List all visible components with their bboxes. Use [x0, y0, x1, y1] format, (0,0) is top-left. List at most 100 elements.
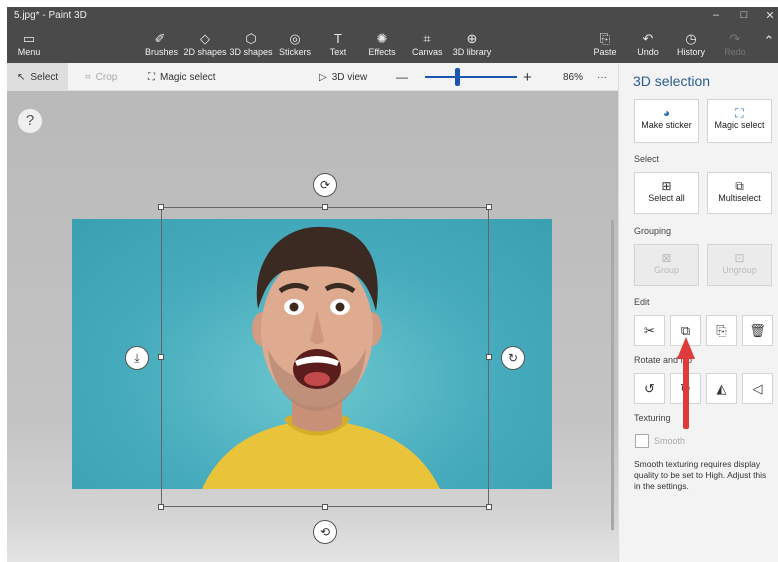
zoom-in-button[interactable]: + — [523, 63, 532, 91]
undo-label: Undo — [637, 47, 659, 57]
resize-handle-top-left[interactable] — [158, 204, 164, 210]
flip-horizontal-icon: ◭ — [716, 381, 727, 396]
group-button[interactable]: ⊠ Group — [634, 244, 699, 286]
resize-handle-bottom[interactable] — [322, 504, 328, 510]
2d-shapes-label: 2D shapes — [183, 47, 227, 57]
crop-tool-button[interactable]: ⌗ Crop — [85, 63, 117, 91]
brushes-label: Brushes — [145, 47, 179, 57]
zoom-slider[interactable] — [425, 76, 517, 78]
select-all-icon: ⊞ — [661, 179, 672, 193]
3d-library-button[interactable]: ⊕ 3D library — [452, 31, 492, 57]
paste-icon: ⎘ — [599, 31, 611, 46]
magic-select-icon: ⛶ — [148, 71, 155, 83]
redo-button[interactable]: ↷ Redo — [723, 31, 747, 57]
smooth-checkbox[interactable] — [635, 434, 649, 448]
rotate-left-button[interactable]: ↺ — [634, 373, 665, 404]
copy-icon: ⧉ — [680, 323, 691, 338]
stickers-label: Stickers — [278, 47, 311, 57]
more-options-button[interactable]: ··· — [597, 63, 607, 91]
group-label: Group — [653, 265, 679, 275]
undo-button[interactable]: ↶ Undo — [635, 31, 661, 57]
multiselect-icon: ⧉ — [735, 179, 744, 193]
3d-library-icon: ⊕ — [466, 31, 478, 46]
sticker-icon: ◕ — [662, 106, 671, 120]
move-depth-icon[interactable]: ⤓ — [125, 346, 149, 370]
delete-button[interactable]: 🗑 — [742, 315, 773, 346]
multiselect-button[interactable]: ⧉ Multiselect — [707, 172, 772, 214]
redo-label: Redo — [724, 47, 746, 57]
magic-select-button[interactable]: ⛶ Magic select — [707, 99, 772, 143]
ungroup-button[interactable]: ⊡ Ungroup — [707, 244, 772, 286]
grouping-section-label: Grouping — [634, 226, 672, 236]
rotate-left-icon: ↺ — [644, 381, 655, 396]
select-tool-button[interactable]: ↖ Select — [7, 63, 69, 91]
menu-icon: ▭ — [22, 31, 36, 46]
rotate-x-icon[interactable]: ⟳ — [313, 173, 337, 197]
flip-vertical-button[interactable]: ◁ — [742, 373, 773, 404]
texturing-note: Smooth texturing requires display qualit… — [634, 459, 767, 491]
effects-button[interactable]: ✺ Effects — [367, 31, 397, 57]
panel-title: 3D selection — [633, 73, 711, 89]
menu-button[interactable]: ▭ Menu — [13, 31, 45, 57]
red-arrow-icon — [677, 337, 695, 359]
paste-button[interactable]: ⎘ Paste — [592, 31, 618, 57]
menu-label: Menu — [17, 47, 41, 57]
select-all-button[interactable]: ⊞ Select all — [634, 172, 699, 214]
zoom-out-button[interactable]: — — [396, 63, 408, 91]
2d-shapes-button[interactable]: ◇ 2D shapes — [183, 31, 227, 57]
flip-horizontal-button[interactable]: ◭ — [706, 373, 737, 404]
smooth-label: Smooth — [654, 436, 686, 446]
resize-handle-bottom-left[interactable] — [158, 504, 164, 510]
resize-handle-bottom-right[interactable] — [486, 504, 492, 510]
brushes-button[interactable]: ✐ Brushes — [145, 31, 179, 57]
minimize-button[interactable]: – — [705, 9, 727, 21]
cut-button[interactable]: ✂ — [634, 315, 665, 346]
magic-select-tool-button[interactable]: ⛶ Magic select — [148, 63, 216, 91]
crop-icon: ⌗ — [85, 71, 91, 83]
help-button[interactable]: ? — [17, 108, 43, 134]
3d-shapes-button[interactable]: ⬡ 3D shapes — [229, 31, 273, 57]
resize-handle-left[interactable] — [158, 354, 164, 360]
make-sticker-label: Make sticker — [641, 120, 692, 130]
magic-select-icon: ⛶ — [735, 106, 744, 120]
magic-select-label: Magic select — [714, 120, 765, 130]
collapse-ribbon-button[interactable]: ⌃ — [762, 33, 776, 49]
selection-panel: 3D selection ◕ Make sticker ⛶ Magic sele… — [618, 63, 778, 562]
resize-handle-top-right[interactable] — [486, 204, 492, 210]
brush-icon: ✐ — [154, 31, 166, 46]
edit-section-label: Edit — [634, 297, 650, 307]
history-label: History — [676, 47, 705, 57]
zoom-slider-thumb[interactable] — [454, 68, 460, 86]
undo-icon: ↶ — [642, 31, 654, 46]
multiselect-label: Multiselect — [718, 193, 761, 203]
3d-view-toggle[interactable]: ▷ 3D view — [319, 63, 367, 91]
canvas-label: Canvas — [412, 47, 443, 57]
text-icon: T — [334, 31, 342, 46]
text-button[interactable]: T Text — [327, 31, 349, 57]
close-button[interactable]: ✕ — [759, 9, 778, 22]
canvas-button[interactable]: ⌗ Canvas — [412, 31, 443, 57]
trash-icon: 🗑 — [749, 323, 766, 338]
group-icon: ⊠ — [661, 251, 672, 265]
maximize-button[interactable]: □ — [733, 9, 755, 21]
rotate-y-icon[interactable]: ⟲ — [313, 520, 337, 544]
zoom-level: 86% — [563, 71, 584, 83]
3d-shapes-icon: ⬡ — [245, 31, 257, 46]
history-button[interactable]: ◷ History — [674, 31, 708, 57]
make-sticker-button[interactable]: ◕ Make sticker — [634, 99, 699, 143]
selection-toolbar: ↖ Select ⌗ Crop ⛶ Magic select ▷ 3D view… — [7, 63, 618, 91]
flip-vertical-icon: ◁ — [752, 381, 763, 396]
effects-icon: ✺ — [376, 31, 388, 46]
text-label: Text — [329, 47, 347, 57]
effects-label: Effects — [368, 47, 396, 57]
select-section-label: Select — [634, 154, 660, 164]
selection-box[interactable] — [161, 207, 489, 507]
texturing-section-label: Texturing — [634, 413, 671, 423]
magic-select-tool-label: Magic select — [160, 71, 216, 83]
rotate-z-icon[interactable]: ↻ — [501, 346, 525, 370]
stickers-button[interactable]: ◎ Stickers — [277, 31, 313, 57]
resize-handle-right[interactable] — [486, 354, 492, 360]
vertical-scrollbar[interactable] — [611, 220, 614, 530]
paste-panel-button[interactable]: ⎘ — [706, 315, 737, 346]
resize-handle-top[interactable] — [322, 204, 328, 210]
